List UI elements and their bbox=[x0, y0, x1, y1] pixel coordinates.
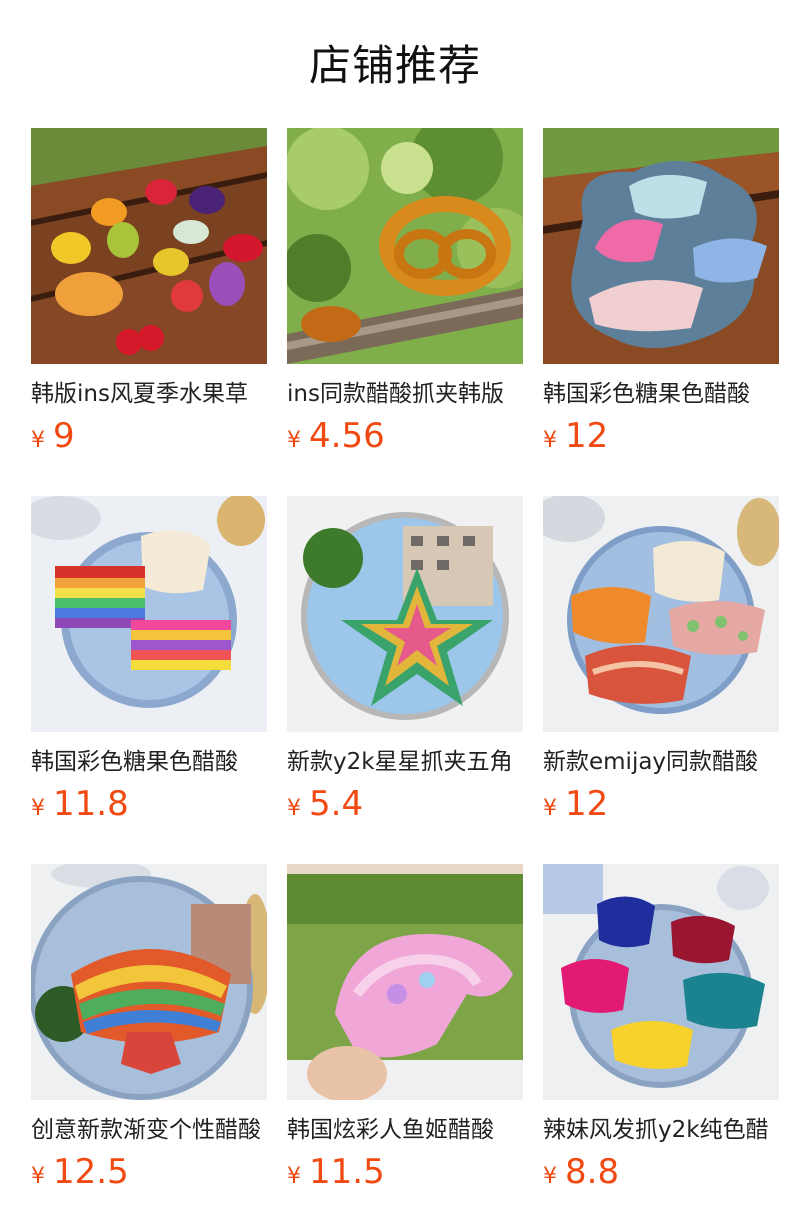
product-name: 韩国彩色糖果色醋酸 bbox=[543, 381, 750, 407]
pretzel-hair-clip-image bbox=[287, 128, 523, 364]
product-price: ¥ 12 bbox=[543, 414, 779, 458]
product-name: ins同款醋酸抓夹韩版 bbox=[287, 381, 504, 407]
currency-symbol: ¥ bbox=[287, 796, 301, 821]
price-value: 11.5 bbox=[309, 1152, 385, 1192]
product-image[interactable] bbox=[31, 128, 267, 364]
product-name: 韩国彩色糖果色醋酸 bbox=[31, 749, 238, 775]
product-name: 新款y2k星星抓夹五角 bbox=[287, 749, 513, 775]
currency-symbol: ¥ bbox=[287, 428, 301, 453]
price-value: 9 bbox=[53, 416, 75, 456]
star-clip-image bbox=[287, 496, 523, 732]
price-value: 11.8 bbox=[53, 784, 129, 824]
product-image[interactable] bbox=[31, 864, 267, 1100]
product-card[interactable]: 辣妹风发抓y2k纯色醋 ¥ 8.8 bbox=[543, 864, 779, 1232]
product-price: ¥ 5.4 bbox=[287, 782, 523, 826]
product-card[interactable]: 韩版ins风夏季水果草 ¥ 9 bbox=[31, 128, 267, 496]
currency-symbol: ¥ bbox=[543, 428, 557, 453]
product-price: ¥ 12.5 bbox=[31, 1150, 267, 1194]
price-value: 12 bbox=[565, 416, 609, 456]
currency-symbol: ¥ bbox=[543, 796, 557, 821]
product-image[interactable] bbox=[543, 864, 779, 1100]
product-price: ¥ 8.8 bbox=[543, 1150, 779, 1194]
product-image[interactable] bbox=[287, 128, 523, 364]
product-price: ¥ 11.5 bbox=[287, 1150, 523, 1194]
solid-color-clips-image bbox=[543, 864, 779, 1100]
product-image[interactable] bbox=[543, 128, 779, 364]
product-price: ¥ 9 bbox=[31, 414, 267, 458]
product-grid: 韩版ins风夏季水果草 ¥ 9 ins同款醋酸抓夹韩版 ¥ 4.56 韩国彩色糖… bbox=[31, 128, 779, 1232]
product-card[interactable]: 韩国彩色糖果色醋酸 ¥ 11.8 bbox=[31, 496, 267, 864]
pattern-clips-image bbox=[543, 496, 779, 732]
product-price: ¥ 12 bbox=[543, 782, 779, 826]
price-value: 12 bbox=[565, 784, 609, 824]
product-image[interactable] bbox=[31, 496, 267, 732]
product-name: 韩国炫彩人鱼姬醋酸 bbox=[287, 1117, 494, 1143]
product-price: ¥ 4.56 bbox=[287, 414, 523, 458]
product-name: 创意新款渐变个性醋酸 bbox=[31, 1117, 261, 1143]
product-name: 韩版ins风夏季水果草 bbox=[31, 381, 248, 407]
currency-symbol: ¥ bbox=[31, 1164, 45, 1189]
product-image[interactable] bbox=[287, 496, 523, 732]
product-card[interactable]: 新款y2k星星抓夹五角 ¥ 5.4 bbox=[287, 496, 523, 864]
product-card[interactable]: 创意新款渐变个性醋酸 ¥ 12.5 bbox=[31, 864, 267, 1232]
product-image[interactable] bbox=[543, 496, 779, 732]
currency-symbol: ¥ bbox=[543, 1164, 557, 1189]
product-image[interactable] bbox=[287, 864, 523, 1100]
shop-recommendations-page: 店铺推荐 韩版ins风夏季水果草 ¥ 9 ins同款醋酸抓夹韩版 ¥ 4.56 … bbox=[0, 0, 790, 1232]
price-value: 5.4 bbox=[309, 784, 364, 824]
gradient-clip-image bbox=[31, 864, 267, 1100]
page-title: 店铺推荐 bbox=[308, 41, 481, 90]
currency-symbol: ¥ bbox=[287, 1164, 301, 1189]
product-name: 辣妹风发抓y2k纯色醋 bbox=[543, 1117, 769, 1143]
product-card[interactable]: 新款emijay同款醋酸 ¥ 12 bbox=[543, 496, 779, 864]
currency-symbol: ¥ bbox=[31, 428, 45, 453]
product-price: ¥ 11.8 bbox=[31, 782, 267, 826]
product-name: 新款emijay同款醋酸 bbox=[543, 749, 759, 775]
candy-color-clips-image bbox=[543, 128, 779, 364]
product-card[interactable]: 韩国彩色糖果色醋酸 ¥ 12 bbox=[543, 128, 779, 496]
currency-symbol: ¥ bbox=[31, 796, 45, 821]
price-value: 8.8 bbox=[565, 1152, 620, 1192]
price-value: 4.56 bbox=[309, 416, 385, 456]
fruit-hair-clips-image bbox=[31, 128, 267, 364]
price-value: 12.5 bbox=[53, 1152, 129, 1192]
product-card[interactable]: ins同款醋酸抓夹韩版 ¥ 4.56 bbox=[287, 128, 523, 496]
product-card[interactable]: 韩国炫彩人鱼姬醋酸 ¥ 11.5 bbox=[287, 864, 523, 1232]
rainbow-clips-image bbox=[31, 496, 267, 732]
mermaid-clip-image bbox=[287, 864, 523, 1100]
